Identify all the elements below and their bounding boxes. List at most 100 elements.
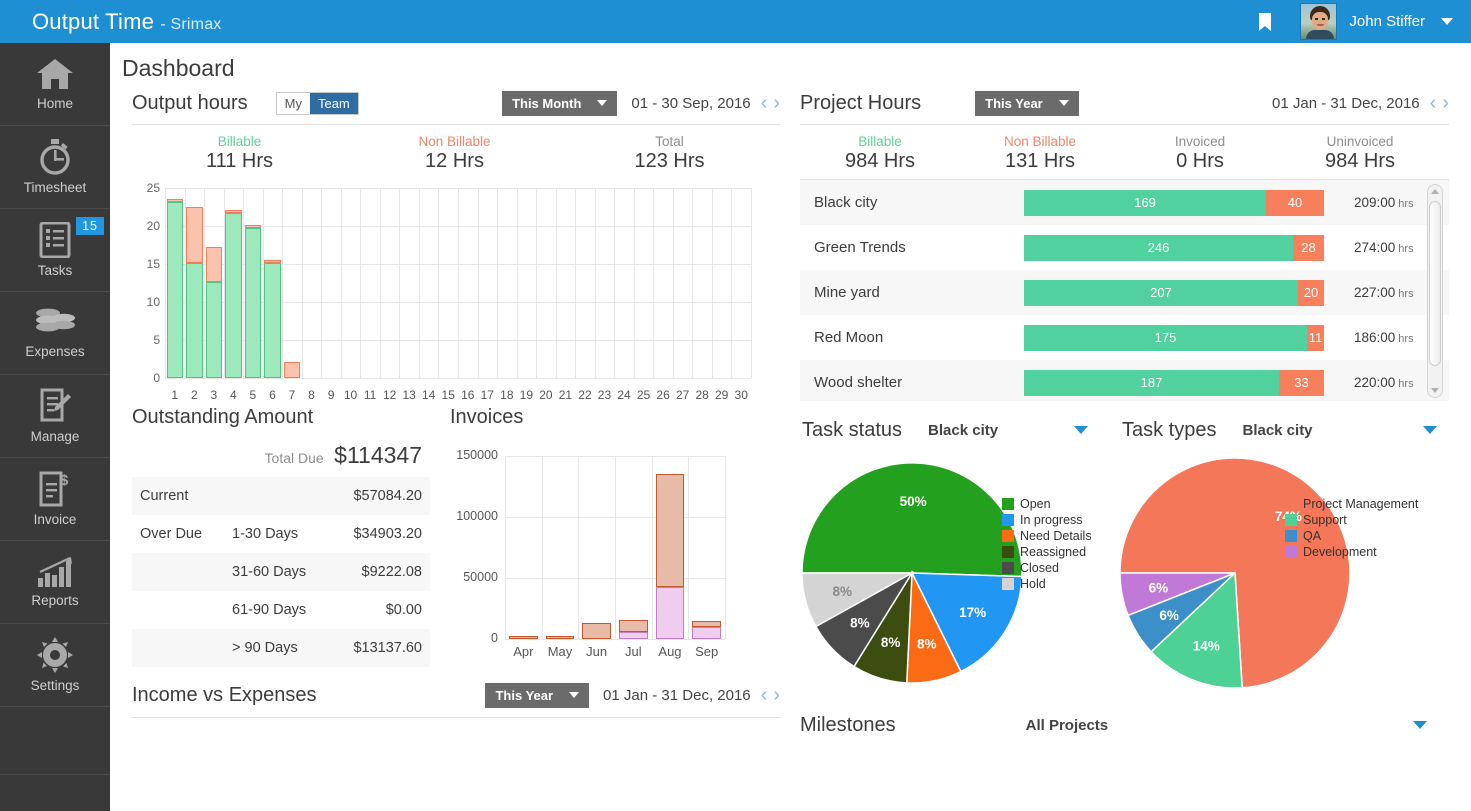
avatar[interactable] [1300,3,1337,40]
bar-group[interactable] [713,188,730,378]
legend-item[interactable]: Project Management [1285,496,1418,512]
bar-group[interactable] [381,188,398,378]
chevron-down-icon[interactable] [1441,18,1453,25]
bar-group[interactable] [596,188,613,378]
billable-bar [264,263,281,378]
sidebar-item-invoice[interactable]: $ Invoice [0,458,110,541]
chevron-down-icon[interactable] [1413,721,1427,729]
legend-item[interactable]: Hold [1002,576,1092,592]
sidebar-item-timesheet[interactable]: Timesheet [0,126,110,209]
my-team-toggle[interactable]: My Team [276,92,359,115]
legend-item[interactable]: Reassigned [1002,544,1092,560]
sidebar-item-tasks[interactable]: 15 Tasks [0,209,110,292]
bar-group[interactable] [303,188,320,378]
legend-item[interactable]: Support [1285,512,1418,528]
bar-group[interactable] [674,188,691,378]
chevron-left-icon[interactable]: ‹ [761,688,768,702]
bar-group[interactable] [342,188,359,378]
table-row[interactable]: Green Trends 246 28 274:00hrs [800,225,1449,270]
bar-group[interactable] [167,188,184,378]
table-row[interactable]: Wood shelter 187 33 220:00hrs [800,360,1449,401]
bar-group[interactable] [479,188,496,378]
legend-item[interactable]: In progress [1002,512,1092,528]
bar-group[interactable] [518,188,535,378]
income-expenses-date-range: 01 Jan - 31 Dec, 2016 [603,687,751,704]
billable-bar [206,282,223,378]
chevron-down-icon[interactable] [1074,426,1088,434]
milestones-project-select[interactable]: All Projects [1026,717,1109,734]
table-row[interactable]: Mine yard 207 20 227:00hrs [800,270,1449,315]
sidebar-item-home[interactable]: Home [0,43,110,126]
legend-item[interactable]: Open [1002,496,1092,512]
bar-group[interactable] [582,456,611,639]
legend-item[interactable]: QA [1285,528,1418,544]
table-row[interactable]: Red Moon 175 11 186:00hrs [800,315,1449,360]
outstanding-table: Current $57084.20 Over Due 1-30 Days $34… [132,477,430,667]
bar-group[interactable] [206,188,223,378]
scrollbar[interactable] [1427,184,1443,398]
pie-slice[interactable] [802,463,1022,577]
table-row[interactable]: Black city 169 40 209:00hrs [800,180,1449,225]
legend-item[interactable]: Development [1285,544,1418,560]
bar-group[interactable] [401,188,418,378]
bar-group[interactable] [460,188,477,378]
bar-group[interactable] [225,188,242,378]
bar-group[interactable] [655,188,672,378]
bar-group[interactable] [616,188,633,378]
toggle-my[interactable]: My [277,93,310,114]
right-column: Project Hours This Year 01 Jan - 31 Dec,… [790,82,1459,747]
bookmark-icon[interactable] [1258,13,1272,31]
bar-group[interactable] [245,188,262,378]
scroll-down-icon[interactable] [1431,388,1439,393]
income-expenses-period-select[interactable]: This Year [485,683,589,708]
chevron-right-icon[interactable]: › [773,96,780,110]
output-hours-period-select[interactable]: This Month [502,91,617,116]
chevron-down-icon[interactable] [1423,426,1437,434]
bar-group[interactable] [264,188,281,378]
toggle-team[interactable]: Team [310,93,358,114]
bar-group[interactable] [420,188,437,378]
bar-group[interactable] [733,188,750,378]
billable-segment: 169 [1024,190,1266,216]
clipboard-pencil-icon [38,388,72,424]
bar-group[interactable] [546,456,575,639]
bar-group[interactable] [577,188,594,378]
legend-swatch [1285,514,1297,526]
bar-group[interactable] [362,188,379,378]
project-hours-period-select[interactable]: This Year [975,91,1079,116]
scrollbar-thumb[interactable] [1429,201,1441,366]
bar-group[interactable] [323,188,340,378]
task-status-project-select[interactable]: Black city [928,422,998,439]
chevron-down-icon [1059,100,1069,106]
bar-group[interactable] [284,188,301,378]
chevron-left-icon[interactable]: ‹ [761,96,768,110]
sidebar-item-reports[interactable]: Reports [0,541,110,624]
paid-bar [692,627,721,639]
bar-group[interactable] [557,188,574,378]
gridline [725,456,726,639]
x-axis-tick: 7 [284,388,301,402]
user-name[interactable]: John Stiffer [1349,13,1425,30]
bar-group[interactable] [186,188,203,378]
chevron-left-icon[interactable]: ‹ [1430,96,1437,110]
bar-group[interactable] [694,188,711,378]
bar-group[interactable] [499,188,516,378]
bar-group[interactable] [619,456,648,639]
sidebar-item-manage[interactable]: Manage [0,375,110,458]
gridline [165,378,751,379]
bar-group[interactable] [635,188,652,378]
chevron-right-icon[interactable]: › [773,688,780,702]
sidebar-item-settings[interactable]: Settings [0,624,110,707]
sidebar-item-expenses[interactable]: Expenses [0,292,110,375]
bar-group[interactable] [509,456,538,639]
scroll-up-icon[interactable] [1431,189,1439,194]
bar-group[interactable] [656,456,685,639]
bar-group[interactable] [692,456,721,639]
legend-item[interactable]: Closed [1002,560,1092,576]
chevron-right-icon[interactable]: › [1442,96,1449,110]
bar-group[interactable] [538,188,555,378]
bar-group[interactable] [440,188,457,378]
legend-item[interactable]: Need Details [1002,528,1092,544]
svg-text:$: $ [60,472,69,489]
task-types-project-select[interactable]: Black city [1242,422,1312,439]
